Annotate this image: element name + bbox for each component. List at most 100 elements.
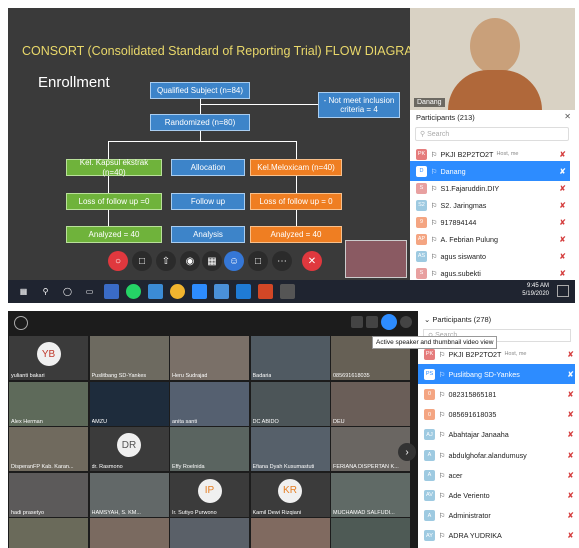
muted-mic-icon[interactable]: ✘ [567, 531, 574, 540]
video-tile[interactable]: Efiana Dyah Kusumastuti [250, 427, 330, 471]
avatar-initials: YB [36, 342, 61, 366]
close-panel-icon[interactable]: ✕ [564, 112, 571, 121]
task-view-icon[interactable]: ▭ [82, 284, 97, 299]
reactions-icon[interactable]: ▦ [202, 251, 222, 271]
video-icon[interactable]: □ [132, 251, 152, 271]
participant-row[interactable]: 0 ⚐ 085691618035 ✘ [418, 405, 575, 425]
tile-name-label: Alex Herman [11, 418, 43, 425]
qualified-box: Qualified Subject (n=84) [150, 82, 250, 99]
muted-mic-icon[interactable]: ✘ [559, 150, 566, 159]
participant-row[interactable]: AJ ⚐ Abahtajar Janaaha ✘ [418, 425, 575, 445]
muted-mic-icon[interactable]: ✘ [567, 350, 574, 359]
muted-mic-icon[interactable]: ✘ [559, 201, 566, 210]
app-icon[interactable] [236, 284, 251, 299]
tile-name-label: Ir. Sutiyo Purwono [172, 509, 217, 516]
muted-mic-icon[interactable]: ✘ [559, 235, 566, 244]
zoom-window-gallery: Active speaker and thumbnail video view … [8, 311, 575, 548]
self-view-thumbnail[interactable] [345, 240, 407, 278]
participants-icon[interactable]: ☺ [224, 251, 244, 271]
participant-avatar: S [416, 267, 427, 279]
video-tile[interactable] [170, 518, 249, 548]
muted-mic-icon[interactable]: ✘ [559, 184, 566, 193]
video-tile[interactable]: DC ABIDO [250, 381, 330, 426]
video-tile[interactable]: IP Ir. Sutiyo Purwono [170, 472, 249, 517]
video-tile[interactable]: MUCHAMAD SALFUDI... [331, 472, 410, 517]
end-call-icon[interactable]: ✕ [302, 251, 322, 271]
chevron-down-icon[interactable]: ⌄ [424, 315, 430, 324]
video-tile[interactable]: HAMSYAH, S. KM... [89, 472, 169, 517]
video-tile[interactable]: DisperanFP Kab. Karan... [9, 427, 88, 471]
share-screen-icon[interactable]: ⇧ [156, 251, 176, 271]
notification-icon[interactable] [557, 285, 569, 297]
video-tile[interactable]: AMZU [89, 381, 169, 426]
participant-role: Host, me [496, 151, 519, 157]
mic-icon: ⚐ [439, 349, 446, 359]
video-tile[interactable]: Alex Herman [9, 381, 88, 426]
participant-avatar: PS [424, 368, 435, 380]
chat-icon[interactable]: □ [248, 251, 268, 271]
video-tile[interactable]: DR dr. Rasmono [89, 427, 169, 471]
mic-icon: ⚐ [439, 410, 446, 420]
video-tile[interactable] [89, 518, 169, 548]
video-tile[interactable]: DEU [331, 381, 410, 426]
more-icon[interactable]: ⋯ [272, 251, 292, 271]
mic-icon: ⚐ [439, 511, 446, 521]
participant-row[interactable]: A ⚐ acer ✘ [418, 465, 575, 485]
muted-mic-icon[interactable]: ✘ [567, 511, 574, 520]
muted-mic-icon[interactable]: ✘ [567, 451, 574, 460]
muted-mic-icon[interactable]: ✘ [567, 471, 574, 480]
muted-mic-icon[interactable]: ✘ [567, 390, 574, 399]
participant-row[interactable]: AV ⚐ Ade Veriento ✘ [418, 485, 575, 505]
cortana-icon[interactable]: ◯ [60, 284, 75, 299]
search-icon[interactable]: ⚲ [38, 284, 53, 299]
video-tile[interactable]: anita santi [170, 381, 249, 426]
next-page-icon[interactable]: › [398, 443, 416, 461]
whatsapp-icon[interactable] [126, 284, 141, 299]
muted-mic-icon[interactable]: ✘ [567, 370, 574, 379]
participant-row[interactable]: PS ⚐ Puslitbang SD-Yankes ✘ [418, 364, 575, 385]
record-icon[interactable]: ◉ [180, 251, 200, 271]
video-tile[interactable]: Badaria [250, 336, 330, 380]
muted-mic-icon[interactable]: ✘ [559, 252, 566, 261]
participant-name: Danang [440, 166, 466, 176]
mute-icon[interactable]: ○ [108, 251, 128, 271]
video-tile[interactable] [250, 518, 330, 548]
participant-name: agus siswanto [440, 251, 486, 261]
mic-icon: ⚐ [431, 268, 438, 278]
muted-mic-icon[interactable]: ✘ [559, 167, 566, 176]
thumbnail-view-icon[interactable] [366, 316, 378, 328]
muted-mic-icon[interactable]: ✘ [559, 269, 566, 278]
participant-row[interactable]: 0 ⚐ 082315865181 ✘ [418, 384, 575, 404]
app-icon[interactable] [280, 284, 295, 299]
app-icon[interactable] [104, 284, 119, 299]
video-tile[interactable]: YB yulianti bakari [9, 336, 88, 380]
gallery-view-icon[interactable] [381, 314, 397, 330]
chrome-icon[interactable] [170, 284, 185, 299]
muted-mic-icon[interactable]: ✘ [567, 430, 574, 439]
mic-icon: ⚐ [439, 430, 446, 440]
security-shield-icon[interactable] [14, 316, 28, 330]
taskbar-clock[interactable]: 9:45 AM 5/19/2020 [522, 283, 549, 299]
participant-row[interactable]: A ⚐ Administrator ✘ [418, 506, 575, 526]
video-tile[interactable] [9, 518, 88, 548]
zoom-icon[interactable] [192, 284, 207, 299]
muted-mic-icon[interactable]: ✘ [559, 218, 566, 227]
windows-start-icon[interactable]: ▦ [16, 284, 31, 299]
participant-row[interactable]: A ⚐ abdulghofar.alandumusy ✘ [418, 445, 575, 465]
speaker-view-icon[interactable] [351, 316, 363, 328]
fullscreen-icon[interactable] [400, 316, 412, 328]
mic-icon: ⚐ [431, 234, 438, 244]
participants-search-input[interactable]: ⚲ Search [415, 127, 569, 141]
video-tile[interactable]: Effy Roelnida [170, 427, 249, 471]
edge-icon[interactable] [148, 284, 163, 299]
video-tile[interactable] [331, 518, 410, 548]
muted-mic-icon[interactable]: ✘ [567, 410, 574, 419]
muted-mic-icon[interactable]: ✘ [567, 491, 574, 500]
powerpoint-icon[interactable] [258, 284, 273, 299]
app-icon[interactable] [214, 284, 229, 299]
video-tile[interactable]: Puslitbang SD-Yankes [89, 336, 169, 380]
video-tile[interactable]: hadi prasetyo [9, 472, 88, 517]
participant-row[interactable]: AY ⚐ ADRA YUDRIKA ✘ [418, 526, 575, 546]
video-tile[interactable]: Heru Sudrajad [170, 336, 249, 380]
video-tile[interactable]: KR Kamil Dewi Rizqiani [250, 472, 330, 517]
